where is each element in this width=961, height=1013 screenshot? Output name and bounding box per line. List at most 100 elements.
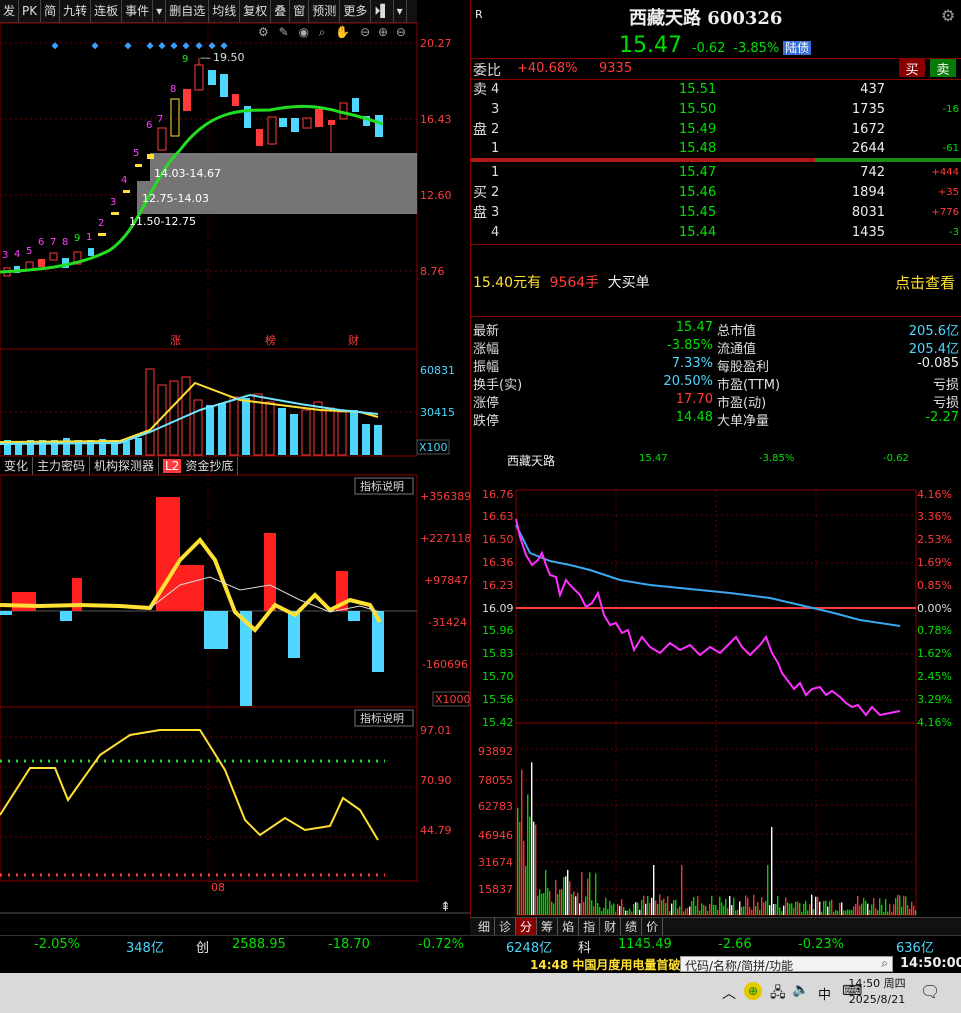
tab-chips[interactable]: 筹 [537,918,559,936]
volume-bar [609,900,611,915]
intraday-chg: -0.62 [883,453,909,464]
bond-tag[interactable]: 陆债 [783,41,812,55]
volume-bar [595,873,597,915]
volume-bar [857,895,859,915]
indicator-help-button[interactable]: 指标说明 [360,479,404,493]
volume-bar [859,905,861,915]
volume-bar [725,898,727,915]
volume-bar [547,888,549,915]
volume-bar [617,903,619,915]
volume-bar [623,907,625,915]
volume-bar [581,872,583,915]
volume-bar [557,894,559,915]
volume-bar [805,900,807,915]
volume-bar [809,904,811,915]
taskbar-clock[interactable]: 14:50 周四 2025/8/21 [842,976,912,1008]
tab-flame[interactable]: 焰 [558,918,580,936]
volume-bar [553,903,555,915]
volume-bar [745,895,747,915]
volume-bar [633,904,635,915]
volume-bar [847,909,849,915]
volume-bar [575,896,577,915]
bid-row: 4 15.44 1435 -3 [491,225,959,240]
search-icon[interactable]: ⌕ [881,956,888,971]
volume-bar [821,911,823,915]
flow-bars [0,497,384,706]
pct-tick: 4.16% [917,488,952,501]
indicator-help-button[interactable]: 指标说明 [360,711,404,725]
volume-bar [799,903,801,915]
volume-bar [655,900,657,915]
sell-button[interactable]: 卖 [930,59,956,78]
price-tick: 16.43 [420,113,452,126]
ask-row: 盘 2 15.49 1672 [473,122,885,138]
volume-bar [639,909,641,915]
tab-change[interactable]: 变化 [0,457,34,475]
volume-bar [529,816,531,915]
volume-bar [615,911,617,915]
pct-tick: 4.16% [917,716,952,729]
volume-bar [687,907,689,915]
count-label: 8 [62,237,68,248]
tab-main-code[interactable]: 主力密码 [33,457,91,475]
volume-bar [897,894,899,915]
pct-tick: 2.53% [917,533,952,546]
volume-bar [727,907,729,915]
volume-bar [767,865,769,915]
volume-bar [685,908,687,915]
volume-bar [885,898,887,915]
volume-bar [763,902,765,915]
network-icon[interactable]: 🖧 [770,982,786,1006]
volume-bar [843,910,845,915]
volume-bar [791,903,793,915]
price-tick: 16.23 [482,579,514,592]
pin-icon[interactable]: ⇞ [440,900,464,916]
tab-finance[interactable]: 财 [600,918,622,936]
volume-bar [521,769,523,915]
search-input[interactable]: 代码/名称/简拼/功能 ⌕ [680,956,893,973]
tab-diagnose[interactable]: 诊 [495,918,517,936]
volume-bar [901,906,903,915]
volume-bar [875,908,877,915]
volume-bar [545,869,547,915]
tab-institution[interactable]: 机构探测器 [90,457,160,475]
volume-icon[interactable]: 🔈 [792,982,809,998]
volume-bar [549,890,551,915]
intraday-tabs: ⇞ 细 诊 分 筹 焰 指 财 绩 价 [440,900,961,936]
volume-bar [707,910,709,915]
bid-row: 1 15.47 742 +444 [491,165,959,180]
ticker-bar: 14:48 中国月度用电量首破 代码/名称/简拼/功能 ⌕ 14:50:00 [0,955,961,973]
tab-performance[interactable]: 绩 [621,918,643,936]
volume-bar [863,897,865,915]
volume-bar [831,899,833,915]
volume-bar [839,903,841,915]
app-tray-icon[interactable]: ⊕ [744,982,762,1000]
volume-bar [635,902,637,915]
price-tick: 8.76 [420,265,445,278]
chevron-up-icon[interactable]: ︿ [722,983,736,1003]
notification-icon[interactable]: 🗨 [920,982,940,1001]
gear-icon[interactable]: ⚙ [941,6,955,25]
event-marker: 涨 [170,334,181,347]
news-ticker[interactable]: 14:48 中国月度用电量首破 [530,956,680,973]
volume-bar [761,897,763,915]
volume-bar [751,909,753,915]
tab-minute[interactable]: 分 [516,918,538,936]
volume-bar [869,910,871,915]
buy-button[interactable]: 买 [899,59,925,78]
volume-bar [551,901,553,915]
view-big-order-link[interactable]: 点击查看 [895,272,955,293]
volume-bar [709,903,711,915]
volume-bar [841,902,843,915]
volume-bar [611,904,613,915]
tab-price[interactable]: 价 [642,918,664,936]
count-label: 5 [26,246,32,257]
volume-bar [719,896,721,915]
tab-index[interactable]: 指 [579,918,601,936]
volume-bar [747,897,749,915]
tab-detail[interactable]: 细 [474,918,496,936]
ime-indicator[interactable]: 中 [818,984,831,1003]
zone-label: 14.03-14.67 [154,167,221,180]
tab-fund-bottom[interactable]: 资金抄底 [181,457,239,475]
pct-tick: 1.69% [917,556,952,569]
